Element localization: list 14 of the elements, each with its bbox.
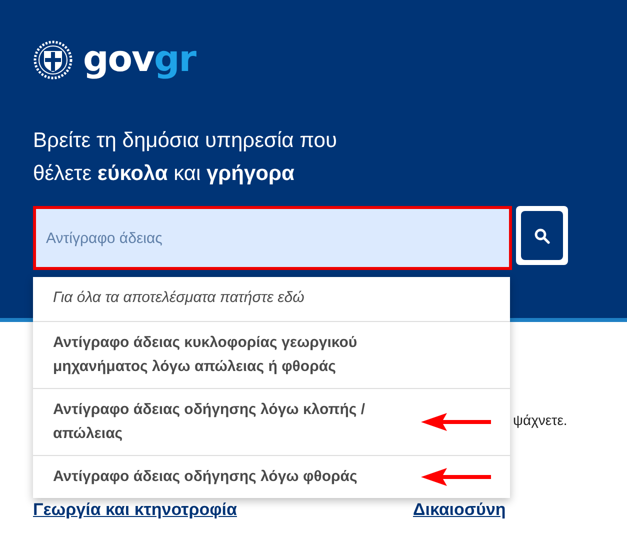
- headline: Βρείτε τη δημόσια υπηρεσία που θέλετε εύκολα και γρήγορα: [33, 128, 338, 187]
- search-icon: [534, 228, 550, 244]
- suggestion-item[interactable]: Αντίγραφο άδειας οδήγησης λόγω κλοπής / απώλειας: [33, 388, 510, 455]
- suggestion-item[interactable]: Αντίγραφο άδειας οδήγησης λόγω φθοράς: [33, 455, 510, 498]
- logo[interactable]: govgr: [83, 38, 196, 82]
- emblem-icon: [33, 40, 73, 80]
- category-link[interactable]: Δικαιοσύνη: [413, 500, 627, 520]
- search-button[interactable]: [521, 211, 563, 260]
- intro-text: ψάχνετε.: [513, 411, 568, 430]
- suggestion-item[interactable]: Για όλα τα αποτελέσματα πατήστε εδώ: [33, 277, 510, 321]
- category-link[interactable]: Γεωργία και κτηνοτροφία: [33, 500, 413, 520]
- suggestion-item[interactable]: Αντίγραφο άδειας κυκλοφορίας γεωργικού μηχανήματος λόγω απώλειας ή φθοράς: [33, 321, 510, 388]
- annotation-arrow: [421, 412, 491, 432]
- annotation-arrow: [421, 467, 491, 487]
